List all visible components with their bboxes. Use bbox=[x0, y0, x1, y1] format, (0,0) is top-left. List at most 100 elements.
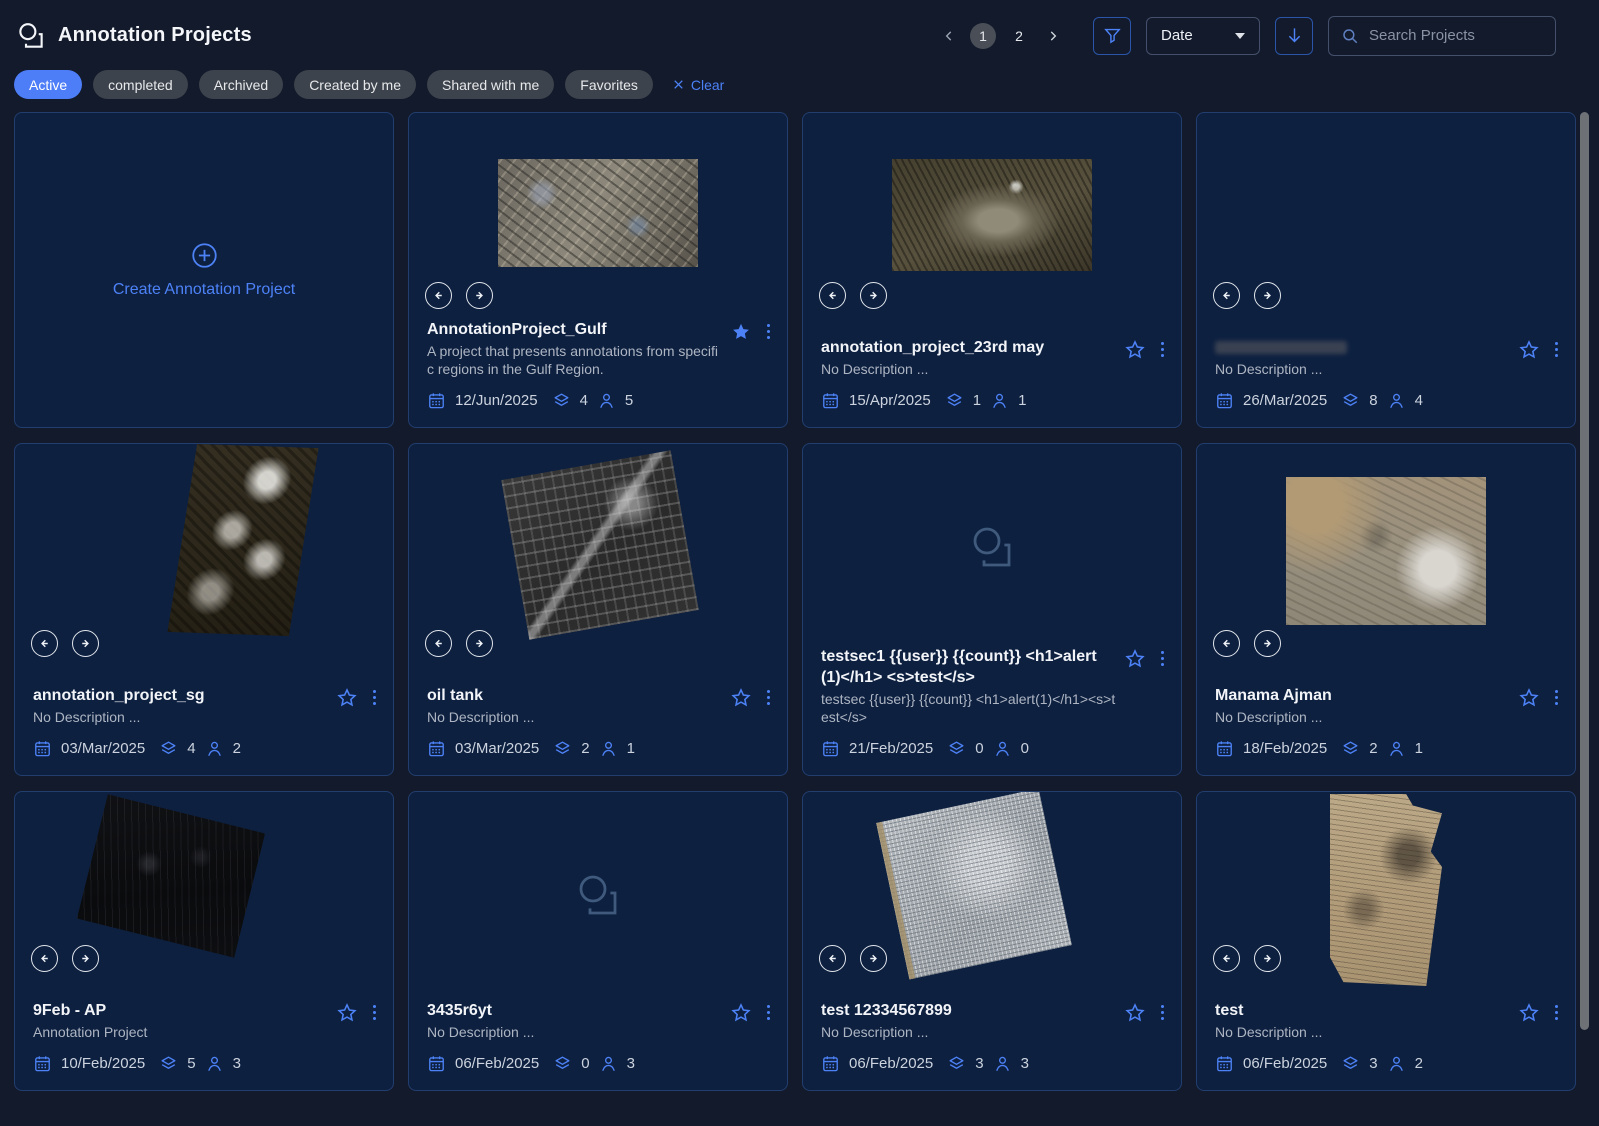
favorite-star-icon[interactable] bbox=[730, 1002, 752, 1024]
project-thumbnail[interactable] bbox=[501, 450, 699, 639]
next-image-button[interactable] bbox=[860, 282, 887, 309]
project-info: No Description ... 26/Mar/2025 bbox=[1215, 337, 1560, 410]
project-card[interactable]: AnnotationProject_Gulf A project that pr… bbox=[408, 112, 788, 428]
prev-image-button[interactable] bbox=[1213, 630, 1240, 657]
layers-count: 1 bbox=[973, 392, 981, 409]
prev-image-button[interactable] bbox=[819, 282, 846, 309]
favorite-star-icon[interactable] bbox=[336, 1002, 358, 1024]
create-project-card[interactable]: Create Annotation Project bbox=[14, 112, 394, 428]
chevron-down-icon bbox=[1235, 33, 1245, 39]
favorite-star-icon[interactable] bbox=[1124, 1002, 1146, 1024]
chip-archived[interactable]: Archived bbox=[199, 70, 283, 99]
more-options-icon[interactable] bbox=[765, 1002, 772, 1023]
chip-active[interactable]: Active bbox=[14, 70, 82, 99]
project-card[interactable]: test 12334567899 No Description ... bbox=[802, 791, 1182, 1091]
card-actions bbox=[1124, 1000, 1166, 1024]
project-card[interactable]: No Description ... 26/Mar/2025 bbox=[1196, 112, 1576, 428]
favorite-star-icon[interactable] bbox=[1518, 1002, 1540, 1024]
favorite-star-icon[interactable] bbox=[1124, 339, 1146, 361]
project-card[interactable]: testsec1 {{user}} {{count}} <h1>alert(1)… bbox=[802, 443, 1182, 776]
search-input[interactable] bbox=[1369, 27, 1543, 44]
page-number-1[interactable]: 1 bbox=[970, 23, 996, 49]
next-image-button[interactable] bbox=[466, 630, 493, 657]
card-actions bbox=[730, 1000, 772, 1024]
users-count: 3 bbox=[1021, 1055, 1029, 1072]
project-card[interactable]: Manama Ajman No Description ... bbox=[1196, 443, 1576, 776]
next-image-button[interactable] bbox=[72, 945, 99, 972]
project-thumbnail[interactable] bbox=[77, 794, 265, 957]
filter-button[interactable] bbox=[1093, 17, 1131, 55]
users-count: 2 bbox=[1415, 1055, 1423, 1072]
calendar-icon bbox=[821, 391, 840, 410]
project-description: No Description ... bbox=[1215, 1023, 1510, 1041]
project-thumbnail[interactable] bbox=[1286, 477, 1486, 625]
project-title: annotation_project_23rd may bbox=[821, 337, 1116, 358]
arrow-right-icon bbox=[867, 952, 880, 965]
prev-image-button[interactable] bbox=[425, 282, 452, 309]
layers-count: 4 bbox=[187, 740, 195, 757]
sort-direction-button[interactable] bbox=[1275, 17, 1313, 55]
project-thumbnail[interactable] bbox=[1330, 794, 1442, 986]
project-card[interactable]: annotation_project_23rd may No Descripti… bbox=[802, 112, 1182, 428]
favorite-star-icon[interactable] bbox=[336, 687, 358, 709]
prev-image-button[interactable] bbox=[819, 945, 846, 972]
project-thumbnail[interactable] bbox=[1286, 126, 1486, 303]
filter-funnel-icon bbox=[1103, 26, 1122, 45]
thumbnail-nav bbox=[31, 630, 99, 657]
more-options-icon[interactable] bbox=[1553, 1002, 1560, 1023]
project-card[interactable]: test No Description ... bbox=[1196, 791, 1576, 1091]
project-thumbnail[interactable] bbox=[167, 444, 318, 636]
more-options-icon[interactable] bbox=[1553, 339, 1560, 360]
page-number-2[interactable]: 2 bbox=[1006, 23, 1032, 49]
layers-count: 2 bbox=[1369, 740, 1377, 757]
chip-shared-with-me[interactable]: Shared with me bbox=[427, 70, 554, 99]
project-card[interactable]: annotation_project_sg No Description ... bbox=[14, 443, 394, 776]
scrollbar-thumb[interactable] bbox=[1580, 112, 1589, 1030]
sort-dropdown[interactable]: Date bbox=[1146, 17, 1260, 55]
clear-filters-button[interactable]: Clear bbox=[672, 77, 724, 93]
favorite-star-icon[interactable] bbox=[730, 321, 752, 343]
chip-created-by-me[interactable]: Created by me bbox=[294, 70, 416, 99]
project-card[interactable]: 3435r6yt No Description ... bbox=[408, 791, 788, 1091]
more-options-icon[interactable] bbox=[765, 321, 772, 342]
project-card[interactable]: 9Feb - AP Annotation Project bbox=[14, 791, 394, 1091]
users-count: 0 bbox=[1021, 740, 1029, 757]
more-options-icon[interactable] bbox=[1159, 648, 1166, 669]
more-options-icon[interactable] bbox=[371, 687, 378, 708]
more-options-icon[interactable] bbox=[765, 687, 772, 708]
project-title: test bbox=[1215, 1000, 1510, 1021]
layers-count: 3 bbox=[1369, 1055, 1377, 1072]
next-image-button[interactable] bbox=[72, 630, 99, 657]
next-image-button[interactable] bbox=[466, 282, 493, 309]
prev-page-icon[interactable] bbox=[938, 25, 960, 47]
card-meta: 06/Feb/2025 3 2 bbox=[1215, 1054, 1560, 1073]
prev-image-button[interactable] bbox=[31, 945, 58, 972]
favorite-star-icon[interactable] bbox=[1518, 687, 1540, 709]
next-page-icon[interactable] bbox=[1042, 25, 1064, 47]
favorite-star-icon[interactable] bbox=[730, 687, 752, 709]
prev-image-button[interactable] bbox=[1213, 282, 1240, 309]
prev-image-button[interactable] bbox=[31, 630, 58, 657]
project-info: annotation_project_23rd may No Descripti… bbox=[821, 337, 1166, 410]
project-card[interactable]: oil tank No Description ... bbox=[408, 443, 788, 776]
more-options-icon[interactable] bbox=[371, 1002, 378, 1023]
chip-favorites[interactable]: Favorites bbox=[565, 70, 653, 99]
more-options-icon[interactable] bbox=[1159, 1002, 1166, 1023]
project-thumbnail[interactable] bbox=[892, 159, 1092, 271]
prev-image-button[interactable] bbox=[425, 630, 452, 657]
more-options-icon[interactable] bbox=[1553, 687, 1560, 708]
favorite-star-icon[interactable] bbox=[1518, 339, 1540, 361]
next-image-button[interactable] bbox=[1254, 282, 1281, 309]
prev-image-button[interactable] bbox=[1213, 945, 1240, 972]
next-image-button[interactable] bbox=[1254, 630, 1281, 657]
favorite-star-icon[interactable] bbox=[1124, 648, 1146, 670]
project-title: testsec1 {{user}} {{count}} <h1>alert(1)… bbox=[821, 646, 1116, 688]
project-thumbnail[interactable] bbox=[876, 791, 1072, 980]
next-image-button[interactable] bbox=[1254, 945, 1281, 972]
next-image-button[interactable] bbox=[860, 945, 887, 972]
project-thumbnail[interactable] bbox=[498, 159, 698, 267]
chip-completed[interactable]: completed bbox=[93, 70, 188, 99]
card-actions bbox=[336, 685, 378, 709]
more-options-icon[interactable] bbox=[1159, 339, 1166, 360]
project-info: oil tank No Description ... bbox=[427, 685, 772, 758]
